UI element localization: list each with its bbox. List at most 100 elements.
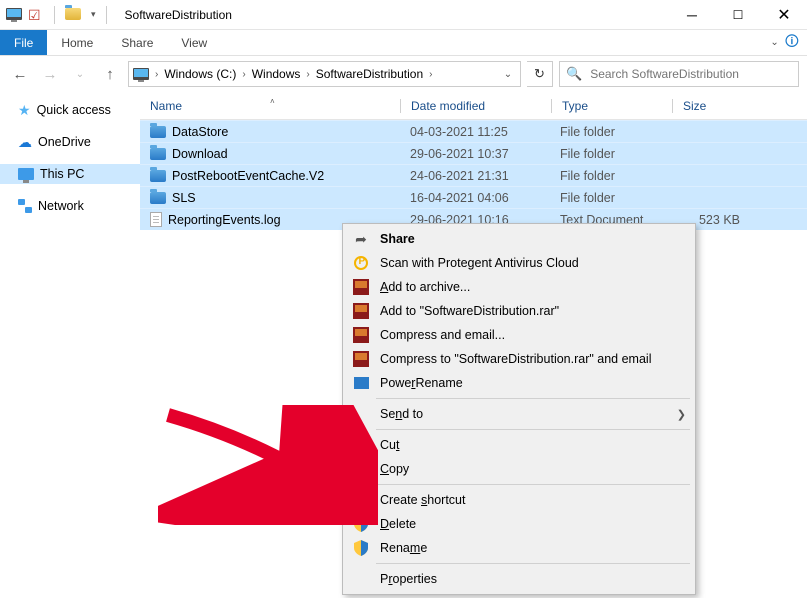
file-date: 29-06-2021 10:37	[400, 147, 550, 161]
window-title: SoftwareDistribution	[125, 8, 232, 22]
ctx-label: Add to archive...	[380, 280, 470, 294]
blank-icon	[352, 570, 370, 588]
address-bar[interactable]: › Windows (C:) › Windows › SoftwareDistr…	[128, 61, 521, 87]
folder-icon	[150, 170, 166, 182]
forward-button[interactable]: →	[38, 62, 62, 86]
breadcrumb-0[interactable]: Windows (C:)	[160, 62, 240, 86]
ctx-label: Create shortcut	[380, 493, 465, 507]
ctx-separator	[376, 429, 690, 430]
ctx-label: PowerRename	[380, 376, 463, 390]
ctx-cut[interactable]: Cut	[346, 433, 692, 457]
address-dropdown[interactable]: ⌄	[496, 62, 520, 86]
file-name: PostRebootEventCache.V2	[172, 169, 324, 183]
table-row[interactable]: PostRebootEventCache.V224-06-2021 21:31F…	[140, 164, 807, 186]
star-icon: ★	[18, 103, 31, 117]
file-date: 16-04-2021 04:06	[400, 191, 550, 205]
col-name[interactable]: ˄ Name	[140, 99, 400, 113]
ctx-sendto[interactable]: Send to ❯	[346, 402, 692, 426]
ctx-create-shortcut[interactable]: Create shortcut	[346, 488, 692, 512]
ctx-rename[interactable]: Rename	[346, 536, 692, 560]
rar-icon	[352, 278, 370, 296]
col-type[interactable]: Type	[552, 99, 672, 113]
folder-icon	[150, 148, 166, 160]
ctx-properties[interactable]: Properties	[346, 567, 692, 591]
file-name: ReportingEvents.log	[168, 213, 281, 227]
minimize-button[interactable]: ─	[669, 0, 715, 30]
search-icon: 🔍	[566, 66, 582, 82]
breadcrumb-2[interactable]: SoftwareDistribution	[312, 62, 427, 86]
ctx-copy[interactable]: Copy	[346, 457, 692, 481]
breadcrumb-sep[interactable]: ›	[240, 69, 247, 80]
address-pc-icon	[129, 62, 153, 86]
help-icon[interactable]: 🛈	[785, 31, 799, 55]
ribbon-expand-icon[interactable]: ⌄	[770, 37, 778, 48]
file-date: 04-03-2021 11:25	[400, 125, 550, 139]
breadcrumb-sep[interactable]: ›	[304, 69, 311, 80]
context-menu: ➦ Share Scan with Protegent Antivirus Cl…	[342, 223, 696, 595]
ctx-add-rar[interactable]: Add to "SoftwareDistribution.rar"	[346, 299, 692, 323]
recent-dropdown[interactable]: ⌄	[68, 62, 92, 86]
ribbon: File Home Share View ⌄ 🛈	[0, 30, 807, 56]
ctx-scan[interactable]: Scan with Protegent Antivirus Cloud	[346, 251, 692, 275]
ctx-delete[interactable]: Delete	[346, 512, 692, 536]
file-type: File folder	[550, 147, 670, 161]
sidebar-network[interactable]: Network	[0, 196, 140, 216]
sidebar-this-pc[interactable]: This PC	[0, 164, 140, 184]
sidebar-onedrive[interactable]: ☁ OneDrive	[0, 132, 140, 152]
ctx-label: Share	[380, 232, 415, 246]
breadcrumb-sep[interactable]: ›	[153, 69, 160, 80]
ctx-separator	[376, 563, 690, 564]
file-name: DataStore	[172, 125, 228, 139]
sidebar-label: OneDrive	[38, 135, 91, 149]
ctx-label: Scan with Protegent Antivirus Cloud	[380, 256, 579, 270]
ctx-compress-rar-email[interactable]: Compress to "SoftwareDistribution.rar" a…	[346, 347, 692, 371]
ctx-add-archive[interactable]: Add to archive...	[346, 275, 692, 299]
ctx-share[interactable]: ➦ Share	[346, 227, 692, 251]
search-box[interactable]: 🔍	[559, 61, 799, 87]
folder-icon	[150, 126, 166, 138]
back-button[interactable]: ←	[8, 62, 32, 86]
col-date[interactable]: Date modified	[401, 99, 551, 113]
file-name: SLS	[172, 191, 196, 205]
breadcrumb-sep[interactable]: ›	[427, 69, 434, 80]
tab-file[interactable]: File	[0, 30, 47, 55]
column-headers: ˄ Name Date modified Type Size	[140, 92, 807, 120]
document-icon	[150, 212, 162, 227]
qat-folder-icon[interactable]	[65, 7, 81, 23]
table-row[interactable]: DataStore04-03-2021 11:25File folder	[140, 120, 807, 142]
ctx-label: Compress to "SoftwareDistribution.rar" a…	[380, 352, 651, 366]
ctx-label: Cut	[380, 438, 399, 452]
tab-view[interactable]: View	[167, 30, 221, 55]
ctx-compress-email[interactable]: Compress and email...	[346, 323, 692, 347]
breadcrumb-1[interactable]: Windows	[248, 62, 305, 86]
ctx-label: Compress and email...	[380, 328, 505, 342]
file-type: File folder	[550, 191, 670, 205]
ctx-label: Add to "SoftwareDistribution.rar"	[380, 304, 559, 318]
col-size[interactable]: Size	[673, 99, 753, 113]
submenu-arrow-icon: ❯	[677, 408, 686, 421]
rar-icon	[352, 326, 370, 344]
qat-properties-icon[interactable]: ☑	[28, 7, 44, 23]
file-type: File folder	[550, 169, 670, 183]
tab-share[interactable]: Share	[107, 30, 167, 55]
table-row[interactable]: SLS 16-04-2021 04:06File folder	[140, 186, 807, 208]
ctx-powerrename[interactable]: PowerRename	[346, 371, 692, 395]
cloud-icon: ☁	[18, 135, 32, 149]
address-row: ← → ⌄ ↑ › Windows (C:) › Windows › Softw…	[0, 56, 807, 92]
blank-icon	[352, 436, 370, 454]
file-list: DataStore04-03-2021 11:25File folderDown…	[140, 120, 807, 230]
folder-icon	[150, 192, 166, 204]
table-row[interactable]: Download29-06-2021 10:37File folder	[140, 142, 807, 164]
rar-icon	[352, 350, 370, 368]
maximize-button[interactable]: ☐	[715, 0, 761, 30]
sort-indicator-icon: ˄	[270, 97, 275, 106]
sidebar-label: Network	[38, 199, 84, 213]
sidebar-quick-access[interactable]: ★ Quick access	[0, 100, 140, 120]
ctx-label: Delete	[380, 517, 416, 531]
qat-dropdown[interactable]: ▾	[91, 9, 96, 20]
tab-home[interactable]: Home	[47, 30, 107, 55]
close-button[interactable]: ✕	[761, 0, 807, 30]
search-input[interactable]	[588, 66, 792, 82]
refresh-button[interactable]: ↻	[527, 61, 553, 87]
up-button[interactable]: ↑	[98, 62, 122, 86]
